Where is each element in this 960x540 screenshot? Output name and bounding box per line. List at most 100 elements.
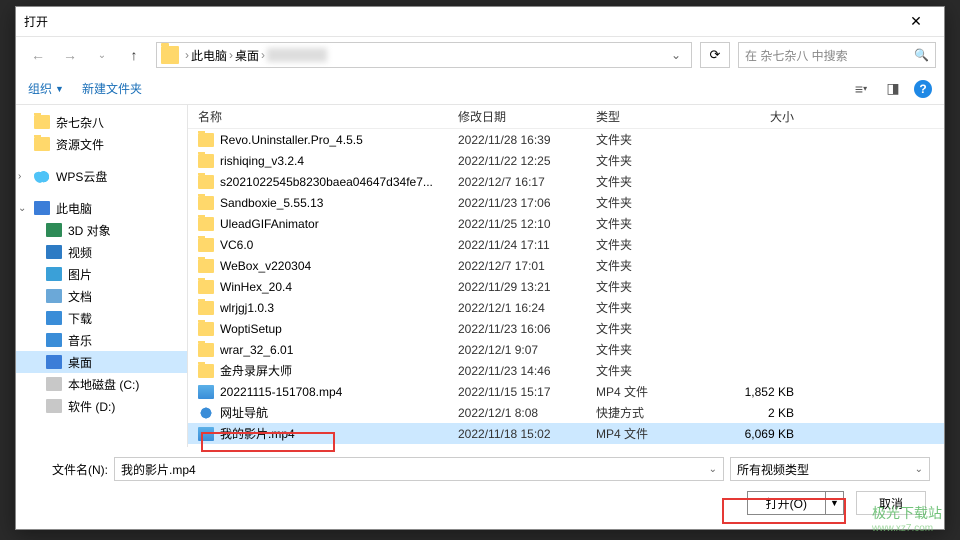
close-button[interactable]: ✕ (896, 8, 936, 36)
breadcrumb-root[interactable]: 此电脑 (191, 47, 227, 64)
folder-icon (198, 322, 214, 336)
sidebar-item[interactable]: 桌面 (16, 351, 187, 373)
cancel-button[interactable]: 取消 (856, 491, 926, 515)
file-date: 2022/12/7 17:01 (458, 259, 596, 273)
file-date: 2022/11/15 15:17 (458, 385, 596, 399)
sidebar-item[interactable]: 下载 (16, 307, 187, 329)
folder-icon (34, 115, 50, 129)
file-row[interactable]: 我的影片.mp42022/11/18 15:02MP4 文件6,069 KB (188, 423, 944, 444)
file-date: 2022/11/23 14:46 (458, 364, 596, 378)
file-row[interactable]: Sandboxie_5.55.132022/11/23 17:06文件夹 (188, 192, 944, 213)
sidebar-item-label: 音乐 (68, 332, 92, 349)
breadcrumb-blurred (267, 48, 327, 62)
file-date: 2022/11/25 12:10 (458, 217, 596, 231)
sidebar-item[interactable]: ⌄此电脑 (16, 197, 187, 219)
file-date: 2022/11/24 17:11 (458, 238, 596, 252)
filename-label: 文件名(N): (30, 461, 108, 478)
col-name[interactable]: 名称 (198, 108, 458, 125)
filetype-dropdown[interactable]: 所有视频类型 ⌄ (730, 457, 930, 481)
chevron-down-icon[interactable]: ⌄ (709, 464, 717, 475)
file-row[interactable]: 金舟录屏大师2022/11/23 14:46文件夹 (188, 360, 944, 381)
file-type: 文件夹 (596, 215, 714, 232)
ie-icon (198, 406, 214, 420)
folder-icon (198, 301, 214, 315)
file-row[interactable]: WinHex_20.42022/11/29 13:21文件夹 (188, 276, 944, 297)
file-type: 文件夹 (596, 194, 714, 211)
expand-icon[interactable]: ⌄ (18, 203, 26, 214)
folder-icon (198, 154, 214, 168)
file-name: Revo.Uninstaller.Pro_4.5.5 (220, 133, 458, 147)
mp4-icon (198, 427, 214, 441)
sidebar-item[interactable]: 文档 (16, 285, 187, 307)
file-type: 文件夹 (596, 320, 714, 337)
file-row[interactable]: 20221115-151708.mp42022/11/15 15:17MP4 文… (188, 381, 944, 402)
sidebar-item[interactable]: 本地磁盘 (C:) (16, 373, 187, 395)
sidebar-item-label: 桌面 (68, 354, 92, 371)
file-size: 2 KB (714, 406, 814, 420)
sidebar-item[interactable]: 资源文件 (16, 133, 187, 155)
sidebar-item[interactable]: 杂七杂八 (16, 111, 187, 133)
breadcrumb[interactable]: › 此电脑 › 桌面 › ⌄ (156, 42, 692, 68)
refresh-button[interactable]: ⟳ (700, 42, 730, 68)
sidebar-item[interactable]: 音乐 (16, 329, 187, 351)
new-folder-button[interactable]: 新建文件夹 (82, 80, 142, 97)
file-name: WeBox_v220304 (220, 259, 458, 273)
help-button[interactable]: ? (914, 80, 932, 98)
sidebar-item[interactable]: 图片 (16, 263, 187, 285)
sidebar-item[interactable]: 视频 (16, 241, 187, 263)
file-row[interactable]: WoptiSetup2022/11/23 16:06文件夹 (188, 318, 944, 339)
file-name: wrar_32_6.01 (220, 343, 458, 357)
file-row[interactable]: s2021022545b8230baea04647d34fe7...2022/1… (188, 171, 944, 192)
open-split-dropdown[interactable]: ▼ (826, 491, 844, 515)
column-headers: 名称 修改日期 类型 大小 (188, 105, 944, 129)
file-row[interactable]: wrar_32_6.012022/12/1 9:07文件夹 (188, 339, 944, 360)
desktop-icon (46, 355, 62, 369)
file-date: 2022/11/18 15:02 (458, 427, 596, 441)
sidebar-item[interactable]: › WPS云盘 (16, 165, 187, 187)
chevron-down-icon: ▼ (55, 84, 64, 94)
file-row[interactable]: UleadGIFAnimator2022/11/25 12:10文件夹 (188, 213, 944, 234)
filename-input[interactable]: 我的影片.mp4 ⌄ (114, 457, 724, 481)
file-row[interactable]: wlrjgj1.0.32022/12/1 16:24文件夹 (188, 297, 944, 318)
sidebar-item[interactable]: 3D 对象 (16, 219, 187, 241)
navbar: ← → ⌄ ↑ › 此电脑 › 桌面 › ⌄ ⟳ 在 杂七杂八 中搜索 🔍 (16, 37, 944, 73)
file-row[interactable]: 网址导航2022/12/1 8:08快捷方式2 KB (188, 402, 944, 423)
view-options-button[interactable]: ≡▾ (850, 80, 872, 98)
back-button[interactable]: ← (24, 42, 52, 68)
preview-pane-button[interactable]: ◨ (882, 80, 904, 98)
file-date: 2022/11/29 13:21 (458, 280, 596, 294)
file-row[interactable]: WeBox_v2203042022/12/7 17:01文件夹 (188, 255, 944, 276)
sidebar-item-label: WPS云盘 (56, 168, 107, 185)
file-name: 网址导航 (220, 404, 458, 421)
file-type: MP4 文件 (596, 425, 714, 442)
up-button[interactable]: ↑ (120, 42, 148, 68)
col-type[interactable]: 类型 (596, 108, 714, 125)
open-button[interactable]: 打开(O) ▼ (747, 491, 844, 515)
doc-icon (46, 289, 62, 303)
file-type: 文件夹 (596, 131, 714, 148)
file-type: 文件夹 (596, 278, 714, 295)
sidebar-item-label: 本地磁盘 (C:) (68, 376, 139, 393)
file-date: 2022/11/28 16:39 (458, 133, 596, 147)
file-rows: Revo.Uninstaller.Pro_4.5.52022/11/28 16:… (188, 129, 944, 447)
breadcrumb-loc[interactable]: 桌面 (235, 47, 259, 64)
expand-icon[interactable]: › (18, 171, 21, 182)
col-size[interactable]: 大小 (714, 108, 814, 125)
col-date[interactable]: 修改日期 (458, 108, 596, 125)
file-name: rishiqing_v3.2.4 (220, 154, 458, 168)
file-row[interactable]: rishiqing_v3.2.42022/11/22 12:25文件夹 (188, 150, 944, 171)
organize-menu[interactable]: 组织▼ (28, 80, 64, 97)
sidebar-item[interactable]: 软件 (D:) (16, 395, 187, 417)
file-type: 文件夹 (596, 173, 714, 190)
breadcrumb-dropdown-icon[interactable]: ⌄ (665, 48, 687, 62)
file-size: 6,069 KB (714, 427, 814, 441)
chevron-right-icon: › (261, 48, 265, 62)
file-row[interactable]: Revo.Uninstaller.Pro_4.5.52022/11/28 16:… (188, 129, 944, 150)
sidebar-item-label: 3D 对象 (68, 222, 111, 239)
file-row[interactable]: VC6.02022/11/24 17:11文件夹 (188, 234, 944, 255)
folder-icon (198, 217, 214, 231)
search-input[interactable]: 在 杂七杂八 中搜索 🔍 (738, 42, 936, 68)
3d-icon (46, 223, 62, 237)
recent-dropdown[interactable]: ⌄ (88, 42, 116, 68)
file-type: MP4 文件 (596, 383, 714, 400)
